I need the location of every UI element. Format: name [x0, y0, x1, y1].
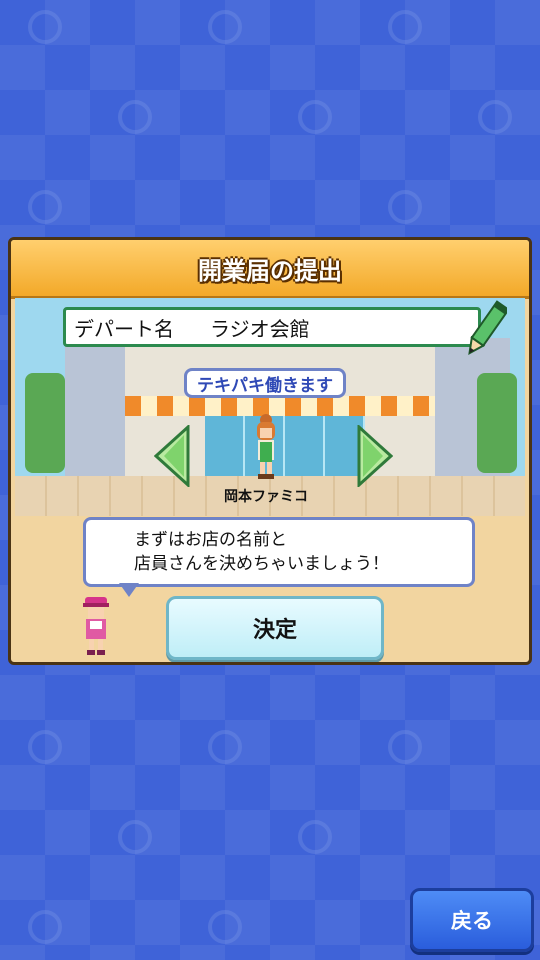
- staff-catchphrase-bubble: テキパキ働きます: [184, 368, 346, 398]
- background-icon: [28, 190, 62, 224]
- staff-catchphrase: テキパキ働きます: [197, 375, 333, 396]
- dialog-header: 開業届の提出: [11, 240, 529, 299]
- background-icon: [28, 730, 62, 764]
- background-icon: [208, 10, 242, 44]
- department-label: デパート名: [74, 316, 174, 341]
- back-button-label: 戻る: [451, 909, 493, 933]
- next-staff-button[interactable]: [357, 423, 394, 489]
- background-icon: [118, 100, 152, 134]
- background-icon: [298, 820, 332, 854]
- background-icon: [388, 730, 422, 764]
- street-tree: [477, 373, 517, 473]
- message-tail: [119, 583, 139, 597]
- background-icon: [28, 10, 62, 44]
- background-icon: [298, 100, 332, 134]
- street-tree: [25, 373, 65, 473]
- department-name-value: ラジオ会館: [210, 316, 310, 341]
- confirm-button[interactable]: 決定: [166, 596, 384, 660]
- background-icon: [28, 910, 62, 944]
- confirm-button-label: 決定: [252, 618, 297, 643]
- background-icon: [478, 100, 512, 134]
- guide-character-sprite: [83, 597, 109, 655]
- staff-character-sprite: [257, 414, 275, 479]
- back-button[interactable]: 戻る: [410, 888, 534, 952]
- chevron-right-icon: [357, 423, 394, 489]
- guide-message-line: まずはお店の名前と: [134, 530, 287, 550]
- background-icon: [208, 910, 242, 944]
- staff-name: 岡本ファミコ: [224, 489, 308, 505]
- chevron-left-icon: [153, 423, 190, 489]
- guide-message-line: 店員さんを決めちゃいましょう！: [134, 554, 389, 574]
- background-icon: [118, 820, 152, 854]
- opening-registration-dialog: 開業届の提出 デパート名 ラジオ会館 テキパキ働きます 岡本ファミコ まずはお店…: [8, 237, 532, 665]
- dialog-title: 開業届の提出: [198, 256, 342, 285]
- department-name-field[interactable]: デパート名 ラジオ会館: [63, 307, 481, 347]
- previous-staff-button[interactable]: [153, 423, 190, 489]
- pencil-icon[interactable]: [463, 298, 507, 364]
- background-icon: [388, 190, 422, 224]
- guide-message-box: まずはお店の名前と 店員さんを決めちゃいましょう！: [83, 517, 475, 587]
- background-icon: [208, 730, 242, 764]
- background-icon: [388, 10, 422, 44]
